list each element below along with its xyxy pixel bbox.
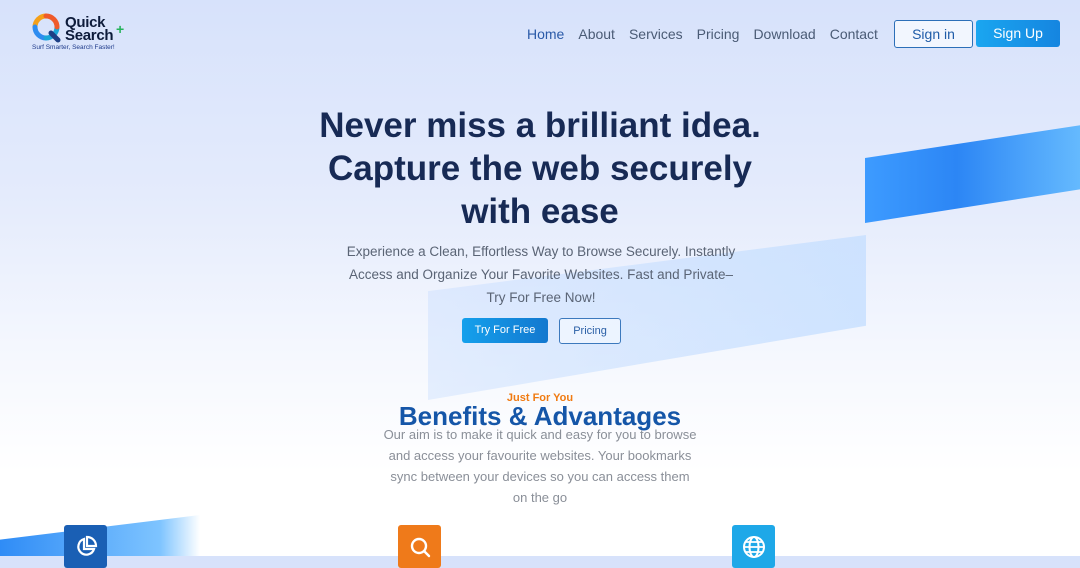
search-icon	[398, 525, 441, 568]
brand-logo[interactable]: Quick Search + Surf Smarter, Search Fast…	[32, 13, 128, 55]
decorative-stripe	[865, 123, 1080, 223]
nav-item-pricing[interactable]: Pricing	[697, 24, 740, 44]
sign-up-button[interactable]: Sign Up	[976, 20, 1060, 47]
hero-title: Never miss a brilliant idea. Capture the…	[319, 106, 761, 231]
pie-chart-icon	[64, 525, 107, 568]
hero-subtitle: Experience a Clean, Effortless Way to Br…	[346, 244, 736, 305]
pricing-button[interactable]: Pricing	[559, 318, 621, 344]
logo-tagline: Surf Smarter, Search Faster!	[32, 44, 115, 51]
sign-in-button[interactable]: Sign in	[894, 20, 973, 48]
nav-item-download[interactable]: Download	[753, 24, 815, 44]
nav-item-contact[interactable]: Contact	[830, 24, 878, 44]
nav-item-services[interactable]: Services	[629, 24, 683, 44]
globe-icon	[732, 525, 775, 568]
nav-item-about[interactable]: About	[578, 24, 615, 44]
logo-name-line2: Search	[65, 27, 114, 44]
main-nav: Home About Services Pricing Download Con…	[527, 24, 878, 44]
logo-q-icon	[32, 13, 61, 43]
try-for-free-button[interactable]: Try For Free	[462, 318, 548, 343]
nav-item-home[interactable]: Home	[527, 24, 564, 44]
logo-plus-mark: +	[116, 21, 125, 37]
benefits-description: Our aim is to make it quick and easy for…	[383, 427, 697, 505]
